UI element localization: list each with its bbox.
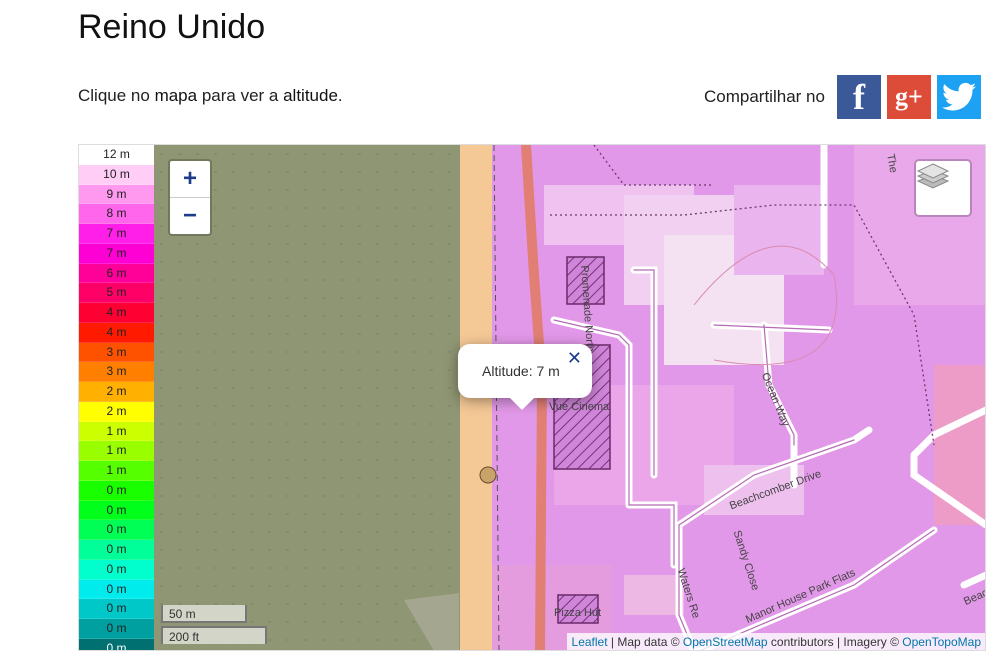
map-tiles bbox=[154, 145, 985, 650]
popup-altitude-text: Altitude: 7 m bbox=[482, 363, 560, 379]
opentopomap-link[interactable]: OpenTopoMap bbox=[902, 635, 981, 649]
intro-part: para ver a bbox=[197, 86, 284, 105]
layers-button[interactable] bbox=[914, 159, 972, 217]
intro-part: . bbox=[337, 86, 343, 105]
legend-row: 2 m bbox=[79, 382, 154, 402]
intro-bold-map: mapa bbox=[154, 86, 198, 105]
legend-row: 4 m bbox=[79, 303, 154, 323]
zoom-control: + − bbox=[168, 159, 212, 236]
legend-row: 2 m bbox=[79, 401, 154, 422]
place-label-pizza-hut: Pizza Hut bbox=[554, 607, 602, 619]
openstreetmap-link[interactable]: OpenStreetMap bbox=[683, 635, 768, 649]
scale-meters: 50 m bbox=[161, 605, 247, 623]
google-plus-share-button[interactable]: g+ bbox=[886, 75, 931, 119]
legend-row: 0 m bbox=[79, 540, 154, 560]
legend-row: 0 m bbox=[79, 520, 154, 540]
intro-part: Clique no bbox=[78, 86, 155, 105]
twitter-share-button[interactable] bbox=[936, 75, 981, 119]
legend-row: 3 m bbox=[79, 342, 154, 363]
close-icon[interactable]: ✕ bbox=[567, 348, 582, 369]
leaflet-link[interactable]: Leaflet bbox=[572, 635, 608, 649]
legend-row: 1 m bbox=[79, 461, 154, 481]
attribution-text: | Map data © bbox=[607, 635, 683, 649]
map-attribution: Leaflet | Map data © OpenStreetMap contr… bbox=[566, 633, 985, 650]
legend-row: 0 m bbox=[79, 500, 154, 521]
legend-row: 10 m bbox=[79, 164, 154, 185]
facebook-icon: f bbox=[852, 77, 865, 117]
altitude-legend: 12 m 10 m9 m8 m7 m7 m6 m5 m4 m4 m3 m3 m2 … bbox=[79, 145, 154, 650]
legend-row: 8 m bbox=[79, 204, 154, 224]
place-label-vue-cinema: Vue Cinema bbox=[549, 401, 610, 413]
share-bar: Compartilhar no f g+ bbox=[704, 75, 981, 119]
page-title: Reino Unido bbox=[78, 8, 266, 46]
twitter-bird-icon bbox=[941, 82, 976, 111]
legend-row: 0 m bbox=[79, 619, 154, 639]
legend-row: 0 m bbox=[79, 638, 154, 650]
legend-row: 0 m bbox=[79, 599, 154, 619]
legend-row: 12 m bbox=[79, 145, 154, 165]
legend-row: 0 m bbox=[79, 559, 154, 580]
legend-row: 9 m bbox=[79, 184, 154, 205]
zoom-in-button[interactable]: + bbox=[170, 161, 210, 197]
legend-row: 6 m bbox=[79, 263, 154, 284]
altitude-popup: Altitude: 7 m ✕ bbox=[458, 344, 592, 410]
legend-row: 7 m bbox=[79, 243, 154, 264]
map-container: 12 m 10 m9 m8 m7 m7 m6 m5 m4 m4 m3 m3 m2 … bbox=[78, 144, 986, 651]
google-plus-icon: g+ bbox=[895, 82, 923, 111]
intro-text: Clique no mapa para ver a altitude. bbox=[78, 86, 343, 106]
scale-feet: 200 ft bbox=[161, 626, 267, 644]
beach-strip bbox=[460, 145, 492, 650]
legend-row: 0 m bbox=[79, 480, 154, 501]
intro-bold-altitude: altitude bbox=[283, 86, 338, 105]
layers-icon bbox=[916, 163, 950, 189]
zoom-out-button[interactable]: − bbox=[170, 197, 210, 234]
attribution-text: contributors | Imagery © bbox=[767, 635, 903, 649]
legend-row: 1 m bbox=[79, 421, 154, 442]
legend-row: 5 m bbox=[79, 283, 154, 303]
legend-row: 0 m bbox=[79, 579, 154, 600]
map-view[interactable]: Promenade North Vue Cinema Ocean Way Bea… bbox=[154, 145, 985, 650]
legend-row: 7 m bbox=[79, 224, 154, 244]
share-label: Compartilhar no bbox=[704, 87, 825, 106]
legend-row: 3 m bbox=[79, 362, 154, 382]
legend-row: 1 m bbox=[79, 441, 154, 461]
legend-row: 4 m bbox=[79, 322, 154, 343]
facebook-share-button[interactable]: f bbox=[836, 75, 881, 119]
